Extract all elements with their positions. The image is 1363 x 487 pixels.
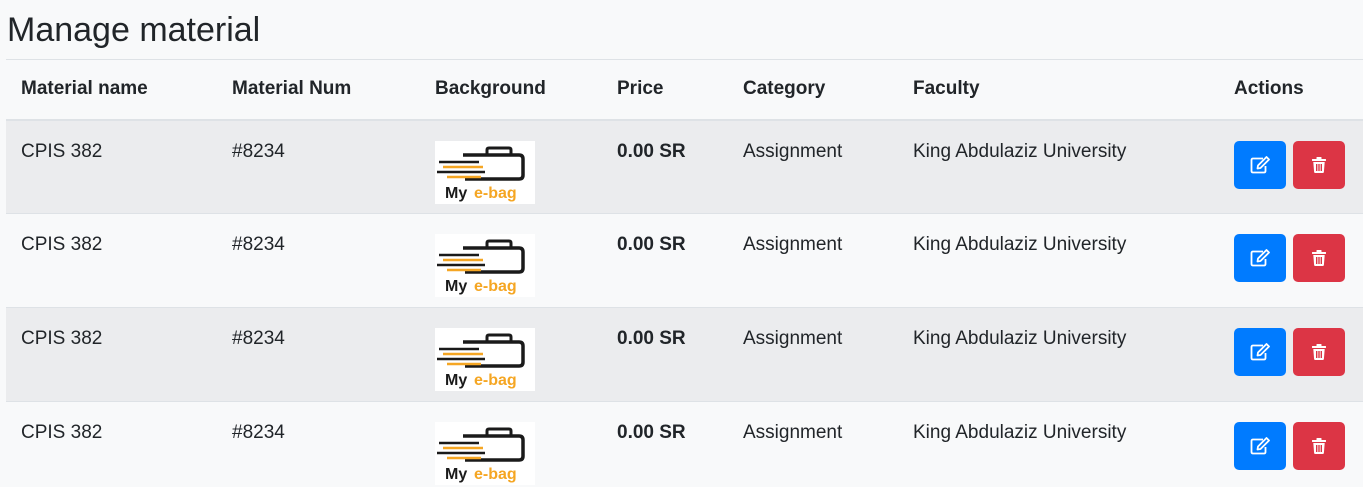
actions-cell <box>1219 401 1363 487</box>
background-cell: My e-bag <box>420 401 602 487</box>
table-header-row: Material name Material Num Background Pr… <box>6 59 1363 121</box>
table-row: CPIS 382 #8234 My e-bag 0.00 SR Assignme… <box>6 401 1363 487</box>
material-name-cell: CPIS 382 <box>6 213 217 308</box>
edit-icon <box>1250 155 1270 173</box>
logo-text-ebag: e-bag <box>474 372 517 389</box>
category-cell: Assignment <box>728 307 898 402</box>
edit-button[interactable] <box>1234 234 1286 282</box>
logo-text-my: My <box>445 372 467 389</box>
table-row: CPIS 382 #8234 My e-bag 0.00 SR Assignme… <box>6 307 1363 402</box>
faculty-cell: King Abdulaziz University <box>898 401 1219 487</box>
my-ebag-logo: My e-bag <box>435 328 535 391</box>
material-name-cell: CPIS 382 <box>6 307 217 402</box>
edit-icon <box>1250 249 1270 267</box>
category-cell: Assignment <box>728 213 898 308</box>
column-header-actions: Actions <box>1219 59 1363 121</box>
category-cell: Assignment <box>728 401 898 487</box>
logo-text-my: My <box>445 278 467 295</box>
delete-button[interactable] <box>1293 234 1346 282</box>
trash-icon <box>1312 156 1327 173</box>
edit-button[interactable] <box>1234 422 1286 470</box>
edit-icon <box>1250 343 1270 361</box>
trash-icon <box>1312 438 1327 454</box>
table-row: CPIS 382 #8234 My e-bag 0.00 SR Assignme… <box>6 213 1363 308</box>
actions-cell <box>1219 119 1363 214</box>
column-header-background: Background <box>420 59 602 121</box>
actions-cell <box>1219 213 1363 308</box>
faculty-cell: King Abdulaziz University <box>898 307 1219 402</box>
my-ebag-logo: My e-bag <box>435 422 535 485</box>
manage-material-page: Manage material Material name Material N… <box>0 0 1363 487</box>
trash-icon <box>1312 250 1327 266</box>
logo-text-ebag: e-bag <box>474 185 517 202</box>
column-header-category: Category <box>728 59 898 121</box>
price-cell: 0.00 SR <box>602 307 728 402</box>
column-header-material-num: Material Num <box>217 59 420 121</box>
column-header-material-name: Material name <box>6 59 217 121</box>
edit-icon <box>1250 437 1270 455</box>
table-row: CPIS 382 #8234 My e-bag 0.00 SR Assignme… <box>6 119 1363 214</box>
actions-cell <box>1219 307 1363 402</box>
material-num-cell: #8234 <box>217 119 420 214</box>
table-body: CPIS 382 #8234 My e-bag 0.00 SR Assignme… <box>6 119 1363 487</box>
trash-icon <box>1312 344 1327 360</box>
my-ebag-logo: My e-bag <box>435 140 535 204</box>
page-title: Manage material <box>7 11 261 49</box>
price-cell: 0.00 SR <box>602 213 728 308</box>
column-header-price: Price <box>602 59 728 121</box>
material-num-cell: #8234 <box>217 401 420 487</box>
background-cell: My e-bag <box>420 119 602 214</box>
category-cell: Assignment <box>728 119 898 214</box>
logo-text-ebag: e-bag <box>474 278 517 295</box>
edit-button[interactable] <box>1234 328 1286 376</box>
faculty-cell: King Abdulaziz University <box>898 119 1219 214</box>
background-cell: My e-bag <box>420 213 602 308</box>
material-name-cell: CPIS 382 <box>6 401 217 487</box>
delete-button[interactable] <box>1293 328 1346 376</box>
material-num-cell: #8234 <box>217 307 420 402</box>
logo-text-ebag: e-bag <box>474 466 517 483</box>
material-name-cell: CPIS 382 <box>6 119 217 214</box>
material-num-cell: #8234 <box>217 213 420 308</box>
price-cell: 0.00 SR <box>602 119 728 214</box>
logo-text-my: My <box>445 466 467 483</box>
logo-text-my: My <box>445 185 467 202</box>
column-header-faculty: Faculty <box>898 59 1219 121</box>
faculty-cell: King Abdulaziz University <box>898 213 1219 308</box>
price-cell: 0.00 SR <box>602 401 728 487</box>
my-ebag-logo: My e-bag <box>435 234 535 297</box>
delete-button[interactable] <box>1293 140 1346 189</box>
edit-button[interactable] <box>1234 140 1286 189</box>
materials-table: Material name Material Num Background Pr… <box>6 59 1363 487</box>
background-cell: My e-bag <box>420 307 602 402</box>
delete-button[interactable] <box>1293 422 1346 470</box>
